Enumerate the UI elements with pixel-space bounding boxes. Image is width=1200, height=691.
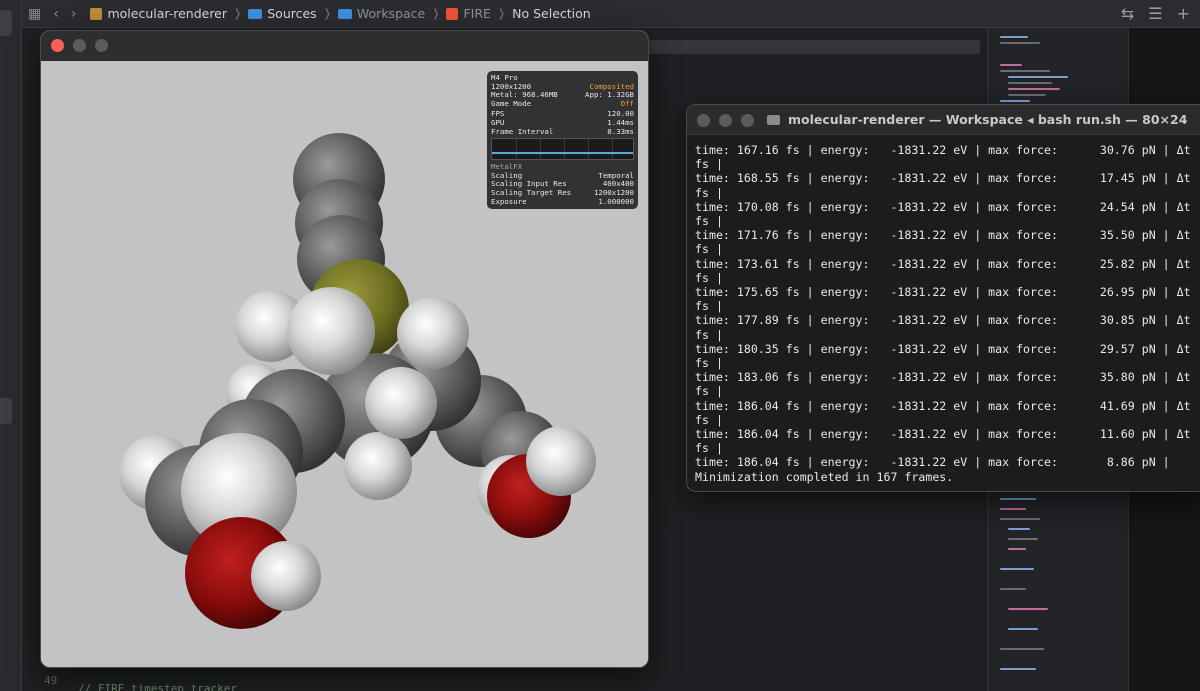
terminal-line: time: 186.04 fs | energy: -1831.22 eV | … [695,455,1170,470]
breadcrumb-label: FIRE [463,6,491,21]
minimize-icon[interactable] [73,39,86,52]
terminal-title: molecular-renderer — Workspace ◂ bash ru… [767,112,1187,127]
terminal-line: time: 170.08 fs | energy: -1831.22 eV | … [695,199,1191,214]
hydrogen-atom [365,367,437,439]
terminal-line: Minimization completed in 167 frames. [695,469,954,484]
terminal-line: fs | [695,270,723,285]
folder-icon [767,114,780,125]
hud-frame-graph [491,138,634,161]
xcode-navigator-strip [0,0,22,691]
terminal-line: fs | [695,356,723,371]
code-line: // FIRE timestep tracker [78,682,237,691]
navigator-tab[interactable] [0,398,12,424]
terminal-line: time: 167.16 fs | energy: -1831.22 eV | … [695,143,1191,157]
terminal-line: time: 177.89 fs | energy: -1831.22 eV | … [695,313,1191,328]
render-viewport[interactable]: M4 Pro 1200x1200 Composited Metal: 968.4… [41,61,648,667]
hud-exposure-value: 1.000000 [598,196,634,206]
breadcrumb-label: Workspace [356,6,426,21]
zoom-icon[interactable] [741,114,754,127]
terminal-line: time: 186.04 fs | energy: -1831.22 eV | … [695,427,1191,442]
breadcrumb-item[interactable]: FIRE ❭ [446,6,512,21]
terminal-line: fs | [695,214,723,229]
xcode-toolbar: ▦ ‹ › molecular-renderer ❭ Sources ❭ Wor… [22,0,1200,28]
chevron-right-icon[interactable]: › [71,6,77,22]
hydrogen-atom [251,541,321,611]
breadcrumb-separator: ❭ [233,7,243,20]
hud-exposure-label: Exposure [491,196,527,206]
terminal-line: fs | [695,242,723,257]
swap-arrows-icon[interactable]: ⇆ [1121,4,1134,23]
package-icon [90,7,103,20]
hydrogen-atom [344,432,412,500]
line-number: 49 [44,674,58,687]
terminal-line: fs | [695,412,723,427]
breadcrumb-label: molecular-renderer [107,6,228,21]
breadcrumb-item[interactable]: Workspace ❭ [337,6,447,21]
breadcrumb-separator: ❭ [322,7,332,20]
add-editor-icon[interactable]: + [1177,4,1190,23]
terminal-line: fs | [695,299,723,314]
terminal-line: fs | [695,441,723,456]
metal-performance-hud: M4 Pro 1200x1200 Composited Metal: 968.4… [487,71,638,209]
toolbar-right-controls: ⇆ ☰ + [1121,4,1190,23]
terminal-title-bar[interactable]: molecular-renderer — Workspace ◂ bash ru… [687,105,1200,135]
hydrogen-atom [397,297,469,369]
desktop: ▦ ‹ › molecular-renderer ❭ Sources ❭ Wor… [0,0,1200,691]
swift-file-icon [446,7,459,20]
folder-icon [248,8,263,19]
hydrogen-atom [526,426,596,496]
grid-icon[interactable]: ▦ [28,6,41,22]
breadcrumb-label: No Selection [512,6,591,21]
terminal-line: time: 173.61 fs | energy: -1831.22 eV | … [695,256,1191,271]
terminal-window[interactable]: molecular-renderer — Workspace ◂ bash ru… [686,104,1200,492]
navigator-tab[interactable] [0,10,12,36]
terminal-line: time: 186.04 fs | energy: -1831.22 eV | … [695,398,1191,413]
folder-icon [337,8,352,19]
terminal-line: fs | [695,157,723,172]
terminal-line: time: 183.06 fs | energy: -1831.22 eV | … [695,370,1191,385]
hud-game-mode-label: Game Mode [491,98,532,108]
terminal-title-text: molecular-renderer — Workspace ◂ bash ru… [788,112,1188,127]
terminal-line: time: 171.76 fs | energy: -1831.22 eV | … [695,228,1191,243]
terminal-line: fs | [695,384,723,399]
terminal-output[interactable]: time: 167.16 fs | energy: -1831.22 eV | … [695,143,1200,484]
close-icon[interactable] [51,39,64,52]
breadcrumb-item[interactable]: Sources ❭ [248,6,338,21]
minimize-icon[interactable] [719,114,732,127]
close-icon[interactable] [697,114,710,127]
terminal-line: fs | [695,185,723,200]
renderer-window[interactable]: M4 Pro 1200x1200 Composited Metal: 968.4… [40,30,649,668]
zoom-icon[interactable] [95,39,108,52]
terminal-line: time: 175.65 fs | energy: -1831.22 eV | … [695,285,1191,300]
breadcrumb-separator: ❭ [496,7,507,20]
terminal-line: fs | [695,327,723,342]
chevron-left-icon[interactable]: ‹ [53,6,59,22]
terminal-line: time: 168.55 fs | energy: -1831.22 eV | … [695,171,1191,186]
editor-options-icon[interactable]: ☰ [1148,4,1162,23]
breadcrumb-separator: ❭ [431,7,441,20]
renderer-title-bar[interactable] [41,31,648,61]
terminal-line: time: 180.35 fs | energy: -1831.22 eV | … [695,341,1191,356]
breadcrumb-label: Sources [267,6,317,21]
hud-frame-interval-label: Frame Interval [491,126,554,136]
hud-frame-interval-value: 8.33ms [607,126,634,136]
breadcrumb-item[interactable]: No Selection [512,6,591,21]
hydrogen-atom [287,287,375,375]
breadcrumb-item[interactable]: molecular-renderer ❭ [90,6,248,21]
hud-game-mode-value: Off [620,98,634,108]
